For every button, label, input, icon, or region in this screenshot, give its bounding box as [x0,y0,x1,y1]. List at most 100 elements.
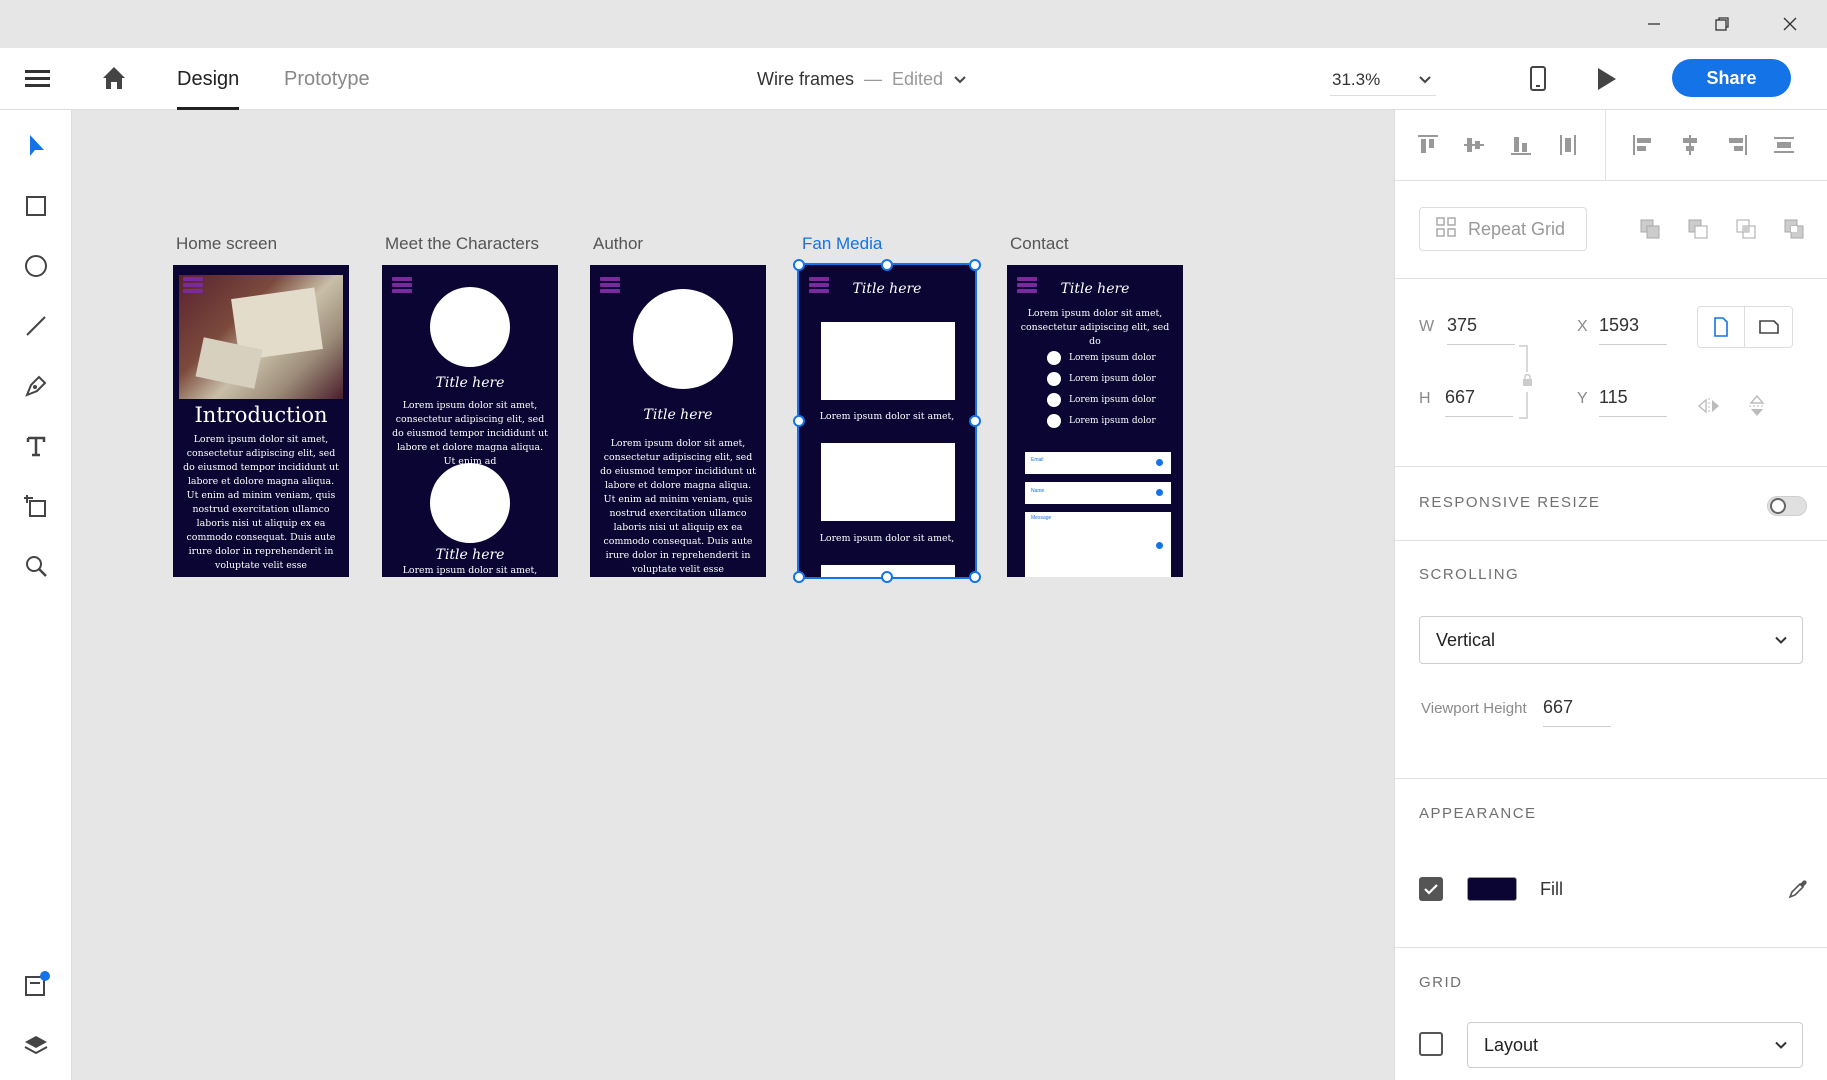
list-item: Lorem ipsum dolor [1047,368,1156,389]
close-icon[interactable] [1756,0,1824,48]
resize-handle[interactable] [969,259,981,271]
repeat-grid-button[interactable]: Repeat Grid [1419,207,1587,251]
artboard-label-fan-media[interactable]: Fan Media [802,234,882,254]
width-input[interactable]: 375 [1447,315,1515,345]
hamburger-icon [392,277,412,293]
scrolling-value: Vertical [1436,629,1496,650]
x-label: X [1577,318,1588,335]
artboard-label-author[interactable]: Author [593,234,643,254]
artboard-label-characters[interactable]: Meet the Characters [385,234,539,254]
zoom-tool-icon[interactable] [16,546,56,586]
fill-color-swatch[interactable] [1467,877,1517,901]
artboard-contact[interactable]: Title here Lorem ipsum dolor sit amet, c… [1007,265,1183,577]
tab-design[interactable]: Design [177,48,240,110]
message-field: Message [1025,512,1171,577]
orientation-toggle [1697,306,1793,348]
chevron-down-icon [1418,70,1436,90]
viewport-height-input[interactable]: 667 [1543,697,1611,727]
device-preview-icon[interactable] [1527,65,1549,93]
lock-aspect-icon[interactable] [1517,342,1533,422]
artboard-author[interactable]: Title here Lorem ipsum dolor sit amet, c… [590,265,766,577]
artboard-body: Lorem ipsum dolor sit amet, consectetur … [600,438,756,575]
share-button[interactable]: Share [1672,59,1791,97]
artboard-tool-icon[interactable] [16,486,56,526]
media-placeholder [821,322,955,400]
boolean-intersect-icon[interactable] [1731,214,1761,244]
text-tool-icon[interactable] [16,426,56,466]
grid-title: GRID [1419,974,1463,991]
chevron-down-icon [953,69,967,90]
align-top-icon[interactable] [1413,130,1443,160]
landscape-icon[interactable] [1745,307,1792,347]
title-separator: — [864,68,883,89]
artboard-label-contact[interactable]: Contact [1010,234,1069,254]
artboard-title: Title here [852,281,922,297]
align-left-icon[interactable] [1628,130,1658,160]
select-tool-icon[interactable] [16,126,56,166]
align-center-icon[interactable] [1675,130,1705,160]
avatar-placeholder [430,463,510,543]
artboard-body: Lorem ipsum dolor sit amet, consectetur … [1020,308,1170,347]
resize-handle[interactable] [881,259,893,271]
responsive-resize-toggle[interactable] [1767,496,1807,516]
rectangle-tool-icon[interactable] [16,186,56,226]
restore-icon[interactable] [1688,0,1756,48]
boolean-add-icon[interactable] [1635,214,1665,244]
viewport-height-label: Viewport Height [1421,700,1527,717]
artboard-home-screen[interactable]: Introduction Lorem ipsum dolor sit amet,… [173,265,349,577]
align-right-icon[interactable] [1722,130,1752,160]
resize-handle[interactable] [881,571,893,583]
layers-icon[interactable] [16,1025,56,1065]
assets-icon[interactable] [16,965,56,1005]
fill-checkbox[interactable] [1419,877,1443,901]
zoom-dropdown[interactable]: 31.3% [1330,64,1436,96]
distribute-vertical-icon[interactable] [1553,130,1583,160]
home-icon[interactable] [100,64,128,92]
document-title-menu[interactable]: Wire frames — Edited [757,48,967,110]
resize-handle[interactable] [793,259,805,271]
artboard-body: Lorem ipsum dolor sit amet, [402,565,538,576]
align-middle-icon[interactable] [1459,130,1489,160]
height-label: H [1419,390,1431,407]
y-input[interactable]: 115 [1599,387,1667,417]
resize-handle[interactable] [969,571,981,583]
align-bottom-icon[interactable] [1506,130,1536,160]
grid-type-dropdown[interactable]: Layout [1467,1022,1803,1068]
pen-tool-icon[interactable] [16,366,56,406]
height-input[interactable]: 667 [1445,387,1513,417]
artboard-title: Title here [643,407,713,423]
hamburger-menu-icon[interactable] [24,66,52,92]
artboard-fan-media[interactable]: Title here Lorem ipsum dolor sit amet, L… [797,263,977,579]
app-header: Design Prototype Wire frames — Edited 31… [0,48,1827,110]
boolean-subtract-icon[interactable] [1683,214,1713,244]
flip-horizontal-icon[interactable] [1695,392,1723,420]
artboard-meet-characters[interactable]: Title here Lorem ipsum dolor sit amet, c… [382,265,558,577]
media-caption: Lorem ipsum dolor sit amet, [819,533,955,544]
flip-vertical-icon[interactable] [1743,392,1771,420]
scrolling-dropdown[interactable]: Vertical [1419,616,1803,664]
tab-prototype[interactable]: Prototype [284,48,370,110]
avatar-placeholder [633,289,733,389]
list-item: Lorem ipsum dolor [1047,347,1156,368]
ellipse-tool-icon[interactable] [16,246,56,286]
eyedropper-icon[interactable] [1785,876,1811,902]
artboard-body: Lorem ipsum dolor sit amet, consectetur … [183,434,339,571]
hamburger-icon [183,277,203,293]
artboard-title: Title here [435,375,505,391]
minimize-icon[interactable] [1620,0,1688,48]
line-tool-icon[interactable] [16,306,56,346]
artboard-label-home[interactable]: Home screen [176,234,277,254]
distribute-horizontal-icon[interactable] [1769,130,1799,160]
portrait-icon[interactable] [1698,307,1746,347]
resize-handle[interactable] [969,415,981,427]
resize-handle[interactable] [793,571,805,583]
appearance-title: APPEARANCE [1419,805,1537,822]
x-input[interactable]: 1593 [1599,315,1667,345]
resize-handle[interactable] [793,415,805,427]
boolean-exclude-icon[interactable] [1779,214,1809,244]
design-canvas[interactable]: Home screen Meet the Characters Author F… [72,110,1394,1080]
play-icon[interactable] [1595,66,1619,92]
grid-checkbox[interactable] [1419,1032,1443,1056]
artboard-title: Introduction [194,403,328,427]
artboard-title: Title here [435,547,505,563]
